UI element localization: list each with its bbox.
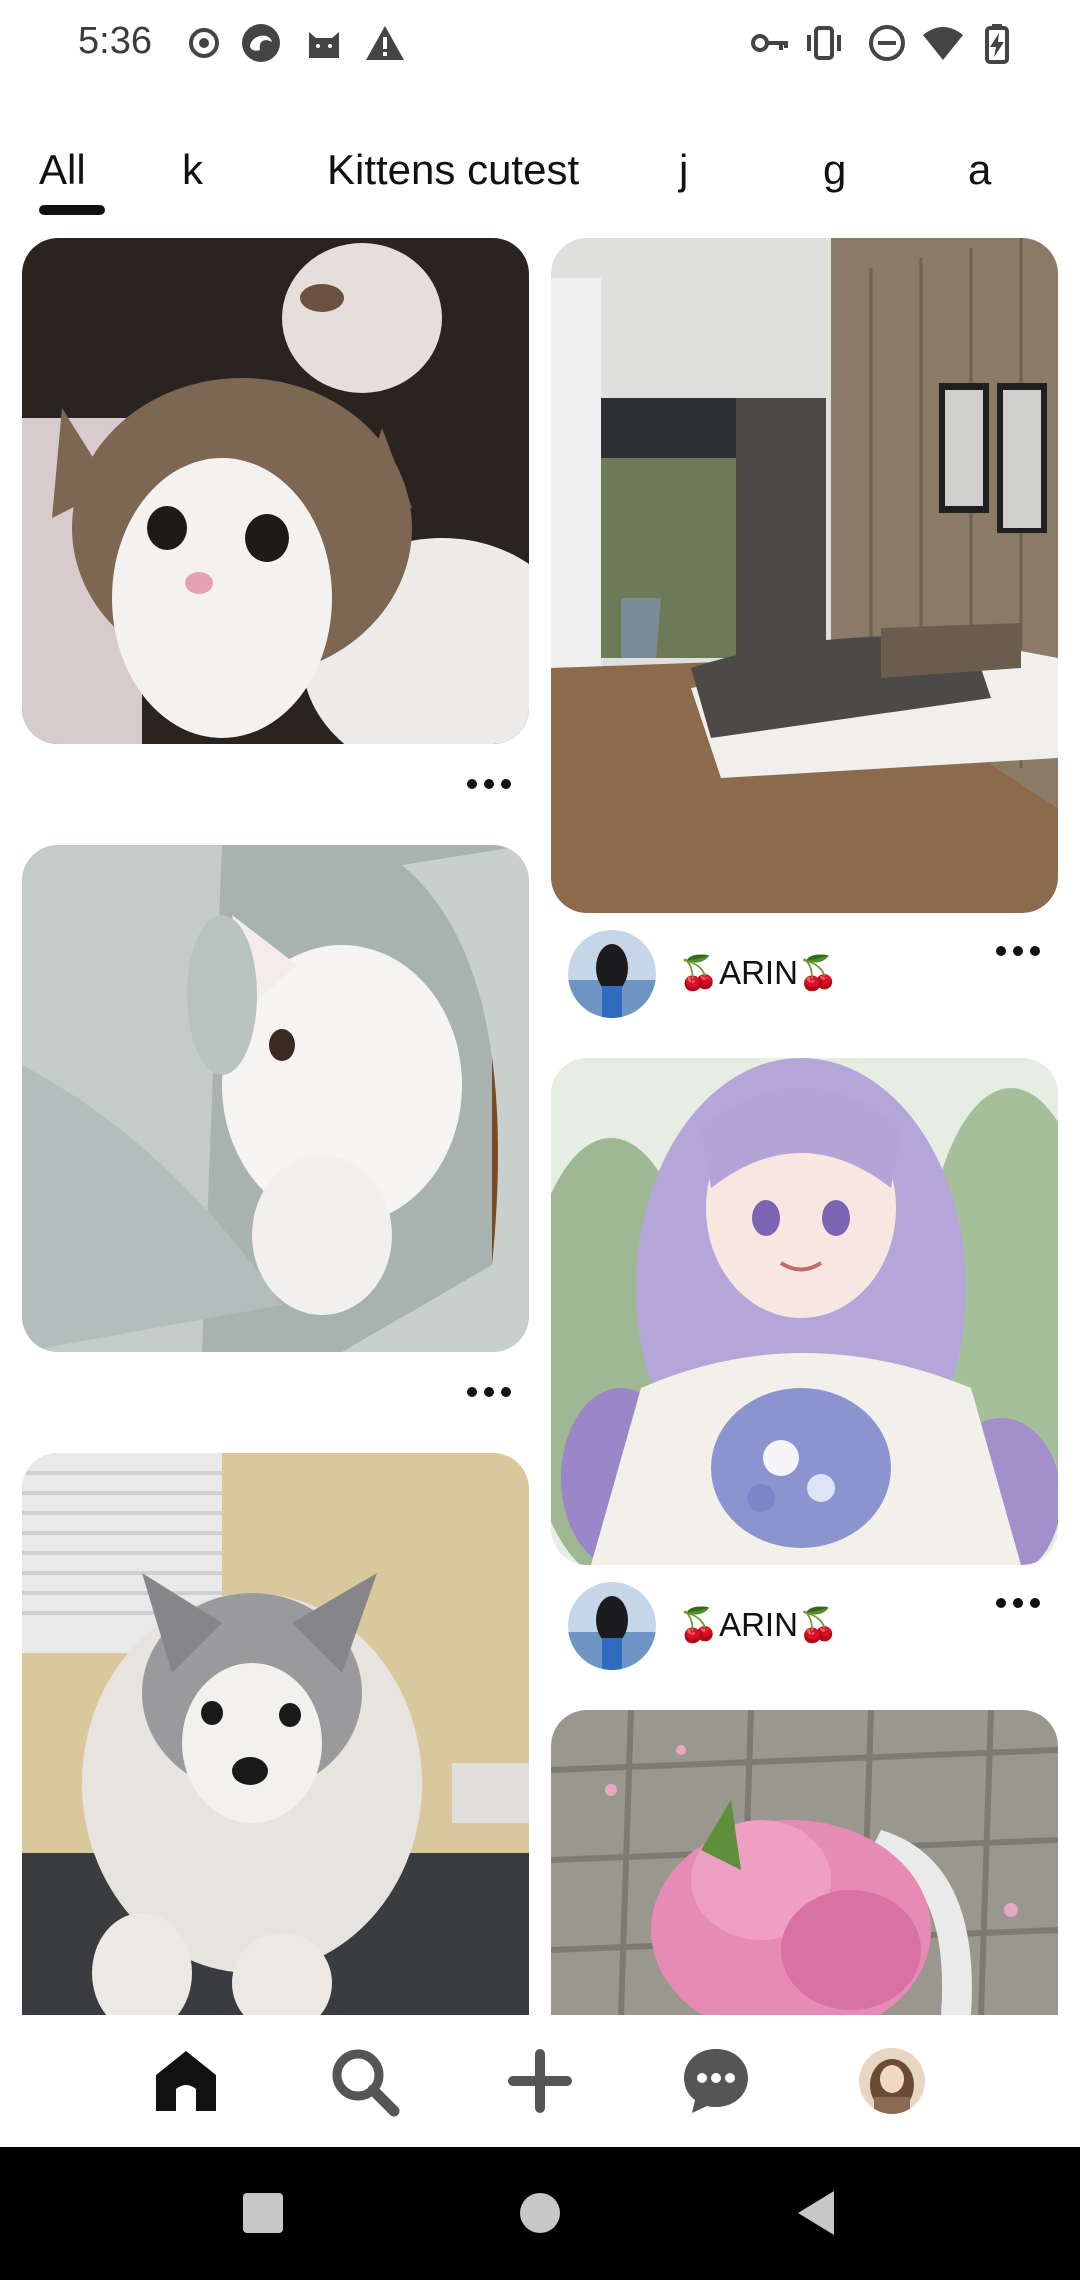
pin-flowers-image[interactable] xyxy=(551,1710,1058,2050)
tab-g[interactable]: g xyxy=(823,146,846,194)
pin-puppy-image[interactable] xyxy=(22,1453,529,2053)
home-icon[interactable] xyxy=(150,2045,222,2117)
wifi-icon xyxy=(923,27,963,60)
tab-k[interactable]: k xyxy=(182,146,203,194)
pin-bedroom-image[interactable] xyxy=(551,238,1058,913)
status-time: 5:36 xyxy=(78,20,152,62)
search-icon[interactable] xyxy=(328,2045,400,2117)
selected-tab-indicator xyxy=(39,205,105,215)
author-avatar[interactable] xyxy=(568,1582,656,1670)
bottom-navigation xyxy=(0,2015,1080,2147)
profile-avatar[interactable] xyxy=(856,2045,928,2117)
author-name: 🍒ARIN🍒 xyxy=(678,1606,840,1643)
pin-author[interactable]: 🍒ARIN🍒 xyxy=(568,1582,968,1672)
pin-author[interactable]: 🍒ARIN🍒 xyxy=(568,930,968,1020)
pin-anime-girl-image[interactable] xyxy=(551,1058,1058,1565)
system-navigation-bar xyxy=(0,2147,1080,2280)
do-not-disturb-icon xyxy=(869,25,905,61)
pin-kitten-image[interactable] xyxy=(22,238,529,744)
messages-icon[interactable] xyxy=(680,2045,752,2117)
vibrate-icon xyxy=(807,26,841,60)
pin-kitten-blanket-image[interactable] xyxy=(22,845,529,1352)
author-avatar[interactable] xyxy=(568,930,656,1018)
battery-charging-icon xyxy=(985,24,1009,64)
tab-all[interactable]: All xyxy=(39,146,86,194)
pin-more-options-button[interactable] xyxy=(996,942,1044,962)
warning-icon xyxy=(366,26,404,60)
vpn-key-icon xyxy=(751,34,788,52)
create-icon[interactable] xyxy=(504,2045,576,2117)
edge-browser-icon xyxy=(242,24,280,62)
back-button[interactable] xyxy=(794,2189,838,2237)
board-tabs: All k Kittens cutest j g a xyxy=(0,130,1080,220)
pin-more-options-button[interactable] xyxy=(467,1383,515,1403)
home-button[interactable] xyxy=(519,2192,561,2234)
recents-button[interactable] xyxy=(242,2192,284,2234)
cat-app-icon xyxy=(309,32,339,58)
pin-more-options-button[interactable] xyxy=(467,775,515,795)
tab-j[interactable]: j xyxy=(679,146,688,194)
author-name: 🍒ARIN🍒 xyxy=(678,954,840,991)
status-bar: 5:36 xyxy=(0,0,1080,88)
record-icon xyxy=(189,28,219,58)
pin-more-options-button[interactable] xyxy=(996,1594,1044,1614)
tab-a[interactable]: a xyxy=(968,146,991,194)
tab-kittens-cutest[interactable]: Kittens cutest xyxy=(327,146,579,194)
